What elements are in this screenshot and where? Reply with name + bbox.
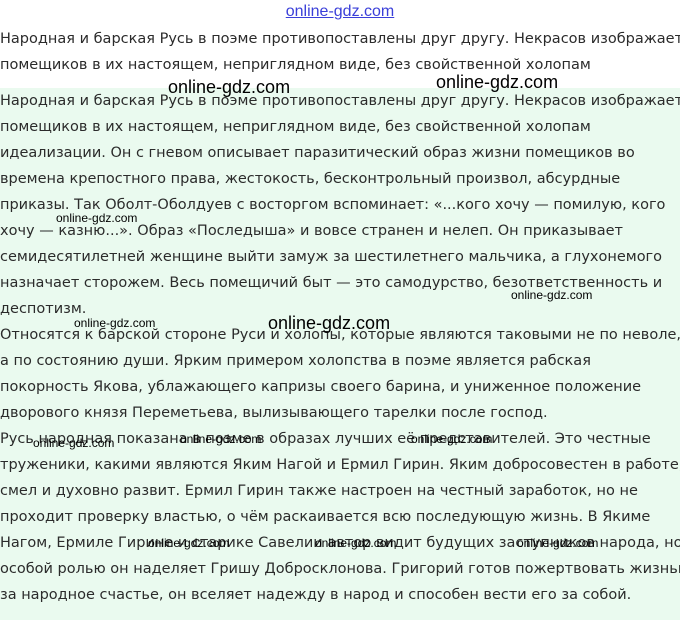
text-line: покорность Якова, ублажающего капризы св…: [0, 379, 642, 395]
text-line: Народная и барская Русь в поэме противоп…: [0, 31, 680, 47]
site-link[interactable]: online-gdz.com: [0, 0, 680, 24]
text-line: особой ролью он наделяет Гришу Доброскло…: [0, 561, 680, 577]
text-line: за народное счастье, он вселяет надежду …: [0, 587, 632, 603]
watermark: online-gdz.com: [268, 313, 391, 333]
text-line: труженики, какими являются Яким Нагой и …: [0, 457, 680, 473]
text-line: идеализации. Он с гневом описывает параз…: [0, 145, 635, 161]
watermark: online-gdz.com: [33, 436, 115, 450]
text-line: а по состоянию души. Ярким примером холо…: [0, 353, 591, 369]
watermark: online-gdz.com: [436, 72, 559, 92]
watermark: online-gdz.com: [74, 316, 156, 330]
watermark: online-gdz.com: [517, 536, 599, 550]
watermark: online-gdz.com: [148, 536, 230, 550]
watermark: online-gdz.com: [180, 432, 262, 446]
text-line: проходит проверку властью, о чём раскаив…: [0, 509, 651, 525]
watermark: online-gdz.com: [511, 288, 593, 302]
watermark: online-gdz.com: [168, 77, 291, 97]
preview-text-block: Народная и барская Русь в поэме противоп…: [0, 26, 680, 78]
watermark: online-gdz.com: [56, 211, 138, 225]
watermark: online-gdz.com: [315, 536, 397, 550]
watermark: online-gdz.com: [411, 432, 493, 446]
text-line: помещиков в их настоящем, неприглядном в…: [0, 119, 591, 135]
text-line: времена крепостного права, жестокость, б…: [0, 171, 621, 187]
text-line: помещиков в их настоящем, неприглядном в…: [0, 57, 591, 73]
text-line: дворового князя Переметьева, вылизывающе…: [0, 405, 548, 421]
text-line: смел и духовно развит. Ермил Гирин также…: [0, 483, 638, 499]
text-line: Народная и барская Русь в поэме противоп…: [0, 93, 680, 109]
text-line: семидесятилетней женщине выйти замуж за …: [0, 249, 663, 265]
